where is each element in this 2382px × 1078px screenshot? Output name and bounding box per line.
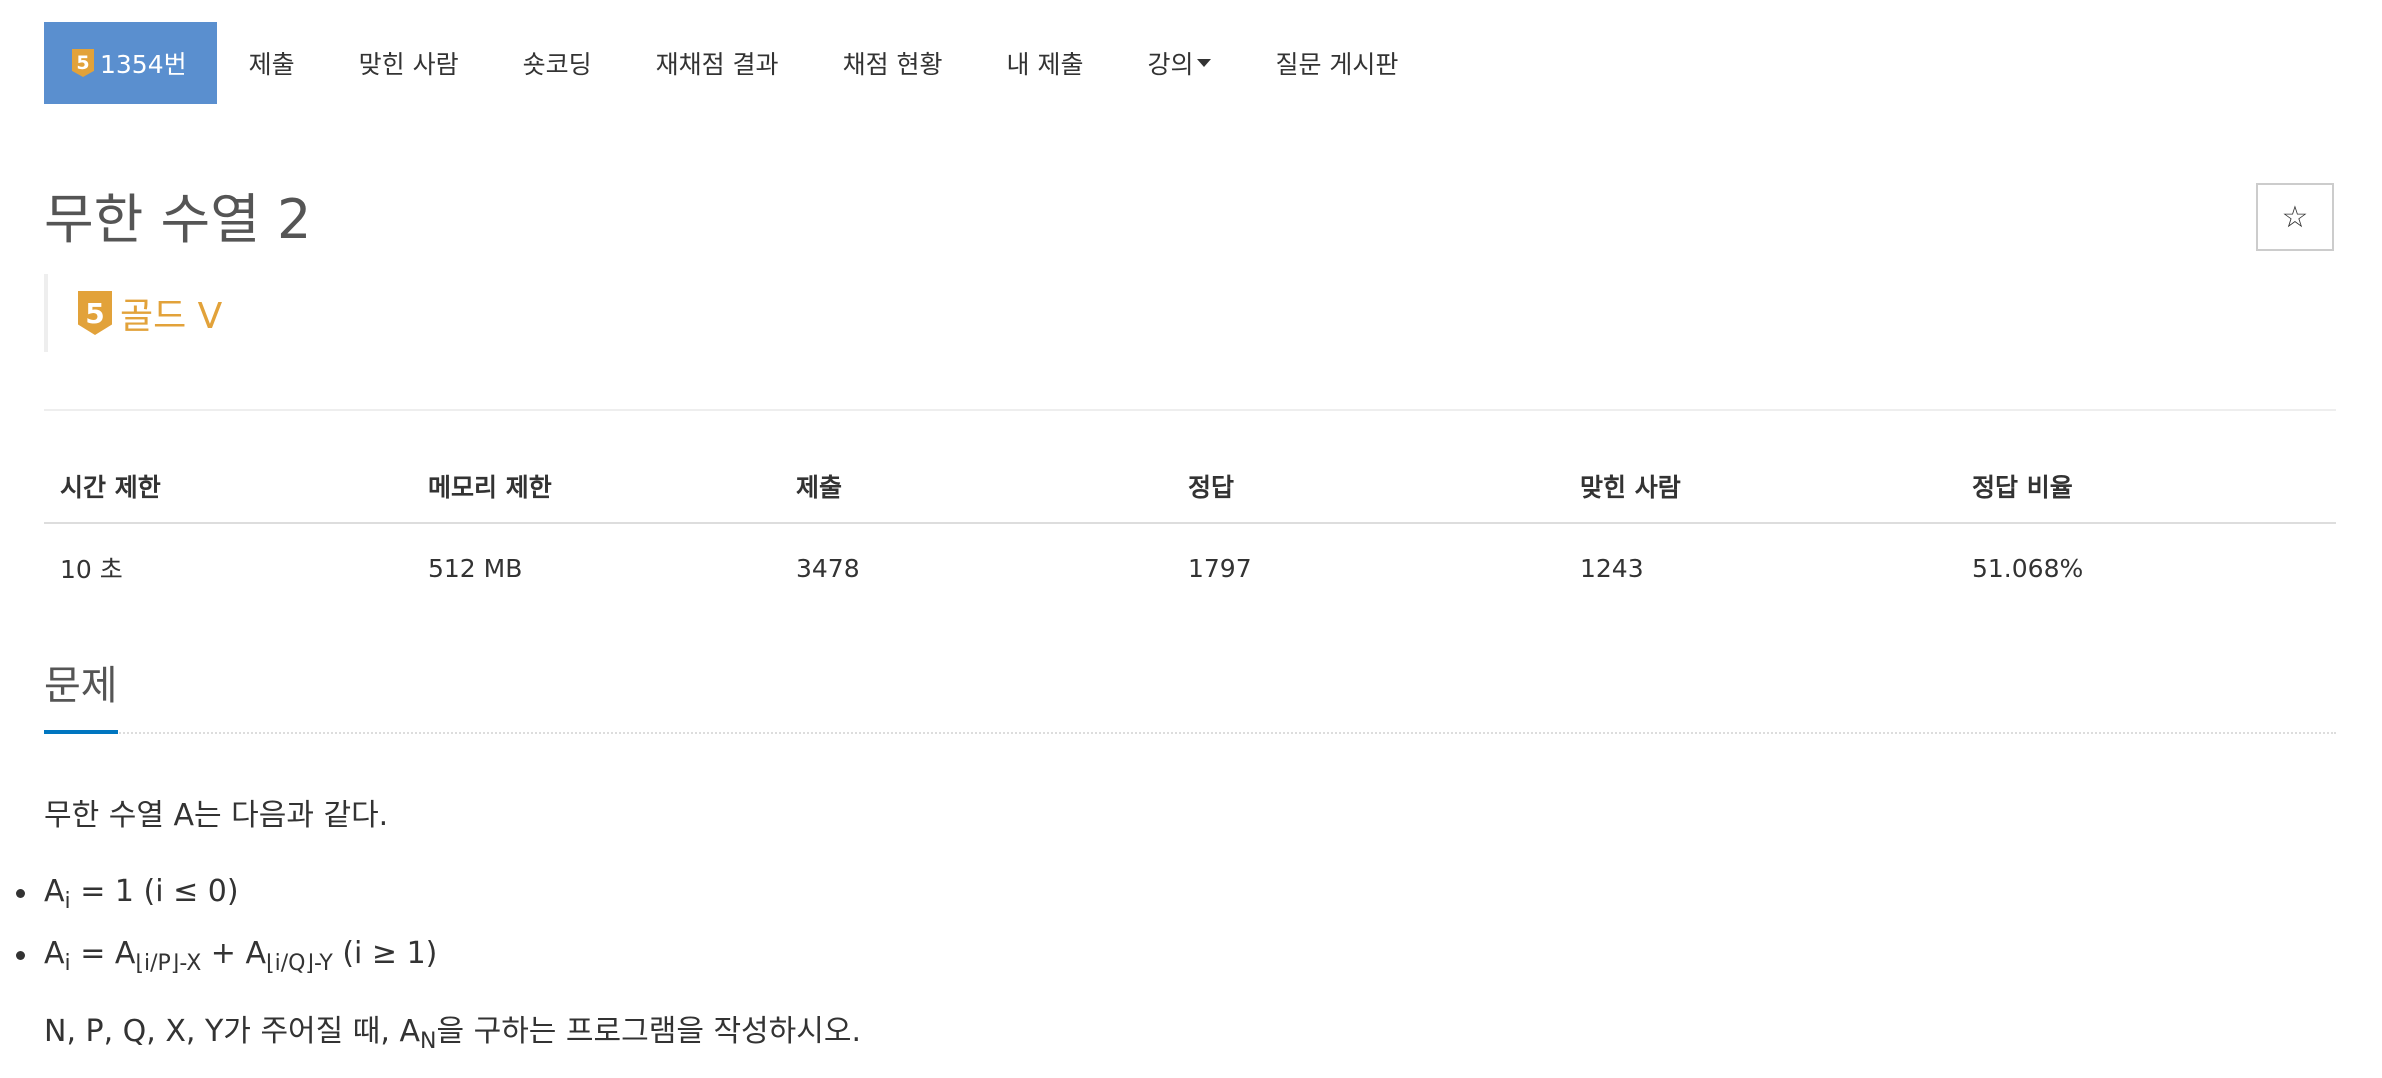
list-item: Ai = A⌊i/P⌋-X + A⌊i/Q⌋-Y (i ≥ 1) [15,930,438,992]
section-title: 문제 [44,654,118,734]
problem-tabs: 5 1354번 제출 맞힌 사람 숏코딩 재채점 결과 채점 현황 내 제출 강… [44,22,1430,104]
tab-rejudge-result[interactable]: 재채점 결과 [624,22,811,104]
tab-rejudge-result-label: 재채점 결과 [655,50,779,79]
tab-lectures-label: 강의 [1147,50,1194,79]
header-accept-ratio: 정답 비율 [1956,448,2336,524]
tab-judge-status-label: 채점 현황 [842,50,943,79]
list-item: Ai = 1 (i ≤ 0) [15,868,437,930]
term-middle: + A [201,936,266,971]
problem-section-header: 문제 [44,654,2336,734]
tab-my-submissions[interactable]: 내 제출 [975,22,1116,104]
tab-submit-label: 제출 [248,50,295,79]
star-icon: ☆ [2281,199,2309,235]
task-subscript: N [419,1029,437,1054]
problem-info-table: 시간 제한 메모리 제한 제출 정답 맞힌 사람 정답 비율 10 초 512 … [44,448,2336,606]
tab-submit[interactable]: 제출 [217,22,327,104]
header-time-limit: 시간 제한 [44,448,412,524]
task-text: N, P, Q, X, Y가 주어질 때, A [44,1014,420,1049]
tab-problem-label: 1354번 [100,50,187,79]
tab-question-board-label: 질문 게시판 [1275,50,1399,79]
header-solved-users: 맞힌 사람 [1564,448,1956,524]
problem-intro: 무한 수열 A는 다음과 같다. [44,798,389,833]
tab-short-coding[interactable]: 숏코딩 [491,22,624,104]
tab-short-coding-label: 숏코딩 [522,50,592,79]
tab-solved-users-label: 맞힌 사람 [358,50,459,79]
task-text: 을 구하는 프로그램을 작성하시오. [436,1014,861,1049]
header-memory-limit: 메모리 제한 [412,448,780,524]
favorite-star-button[interactable]: ☆ [2256,183,2334,251]
memory-limit-value: 512 MB [428,553,523,583]
sequence-definition-list: Ai = 1 (i ≤ 0) Ai = A⌊i/P⌋-X + A⌊i/Q⌋-Y … [15,868,438,992]
header-submissions: 제출 [780,448,1172,524]
tab-my-submissions-label: 내 제출 [1006,50,1084,79]
accepted-value: 1797 [1188,553,1252,583]
accept-ratio-value: 51.068% [1972,553,2084,583]
tier-label: 골드 V [120,296,223,337]
tab-question-board[interactable]: 질문 게시판 [1243,22,1430,104]
submissions-value: 3478 [796,553,860,583]
divider [44,409,2336,411]
term-middle: = A [70,936,136,971]
page-title: 무한 수열 2 [44,188,312,251]
term-base: A [44,874,65,909]
solved-users-value: 1243 [1580,553,1644,583]
caret-down-icon [1197,59,1212,67]
problem-task: N, P, Q, X, Y가 주어질 때, AN을 구하는 프로그램을 작성하시… [44,1006,861,1054]
term-base: A [44,936,65,971]
term-subscript: ⌊i/Q⌋-Y [266,951,333,976]
term-rest: = 1 (i ≤ 0) [70,874,239,909]
problem-page: 5 1354번 제출 맞힌 사람 숏코딩 재채점 결과 채점 현황 내 제출 강… [0,0,2382,1078]
tier-block: 5 골드 V [44,274,222,352]
table-row: 10 초 512 MB 3478 1797 1243 51.068% [44,523,2336,606]
header-accepted: 정답 [1172,448,1564,524]
tab-solved-users[interactable]: 맞힌 사람 [327,22,491,104]
term-subscript: ⌊i/P⌋-X [135,951,202,976]
tab-judge-status[interactable]: 채점 현황 [811,22,975,104]
time-limit-value: 10 초 [60,555,123,584]
term-rest: (i ≥ 1) [332,936,438,971]
tab-lectures-dropdown[interactable]: 강의 [1115,22,1243,104]
gold-tier-icon: 5 [78,291,112,335]
tab-problem[interactable]: 5 1354번 [44,22,217,104]
gold-tier-icon: 5 [72,49,94,77]
table-header-row: 시간 제한 메모리 제한 제출 정답 맞힌 사람 정답 비율 [44,448,2336,524]
